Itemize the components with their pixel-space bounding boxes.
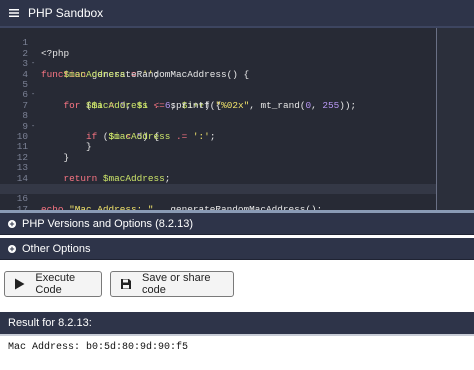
other-options-label: Other Options	[22, 242, 91, 255]
app-title: PHP Sandbox	[28, 6, 104, 20]
code-line-2[interactable]: 2 - function generateRandomMacAddress() …	[0, 38, 436, 79]
plus-icon	[8, 244, 16, 253]
php-versions-section[interactable]: PHP Versions and Options (8.2.13)	[0, 213, 474, 235]
code-line-17[interactable]: 17	[0, 194, 436, 215]
code-line-4[interactable]: 4	[0, 59, 436, 80]
code-line-12[interactable]: 12	[0, 142, 436, 163]
code-line-14[interactable]: 14 }	[0, 163, 436, 194]
code-line-3[interactable]: 3 $macAddress = '';	[0, 49, 436, 79]
code-line-15[interactable]: 15	[0, 174, 436, 194]
code-line-1[interactable]: 1 <?php	[0, 28, 436, 58]
result-header: Result for 8.2.13:	[0, 312, 474, 334]
result-title: Result for 8.2.13:	[8, 317, 92, 329]
code-line-7[interactable]: 7	[0, 90, 436, 111]
code-editor[interactable]: 1 <?php 2 - function generateRandomMacAd…	[0, 28, 474, 215]
editor-scrollbar[interactable]	[437, 28, 474, 210]
hamburger-icon[interactable]	[8, 7, 20, 19]
other-options-section[interactable]: Other Options	[0, 238, 474, 260]
execute-code-button[interactable]: Execute Code	[4, 271, 102, 297]
plus-icon	[8, 219, 16, 228]
code-line-6[interactable]: 6 $macAddress .= sprintf("%02x", mt_rand…	[0, 80, 436, 110]
code-line-8[interactable]: 8 - if ($i < 5) {	[0, 101, 436, 141]
php-versions-label: PHP Versions and Options (8.2.13)	[22, 217, 194, 230]
code-line-9[interactable]: 9 $macAddress .= ':';	[0, 111, 436, 142]
result-output-panel: Mac Address: b0:5d:80:9d:90:f5	[0, 334, 474, 370]
code-line-13[interactable]: 13 return $macAddress;	[0, 153, 436, 183]
play-icon	[14, 278, 25, 290]
code-line-16-active[interactable]: 16 echo "Mac Address: " . generateRandom…	[0, 184, 436, 215]
save-share-button[interactable]: Save or share code	[110, 271, 234, 297]
code-line-5[interactable]: 5 - for ($i = 0; $i < 6; $i++) {	[0, 70, 436, 110]
code-line-11[interactable]: 11 }	[0, 132, 436, 162]
code-line-10[interactable]: 10 }	[0, 122, 436, 152]
save-icon	[120, 278, 132, 290]
result-output: Mac Address: b0:5d:80:9d:90:f5	[8, 342, 189, 353]
app-header: PHP Sandbox	[0, 0, 474, 28]
